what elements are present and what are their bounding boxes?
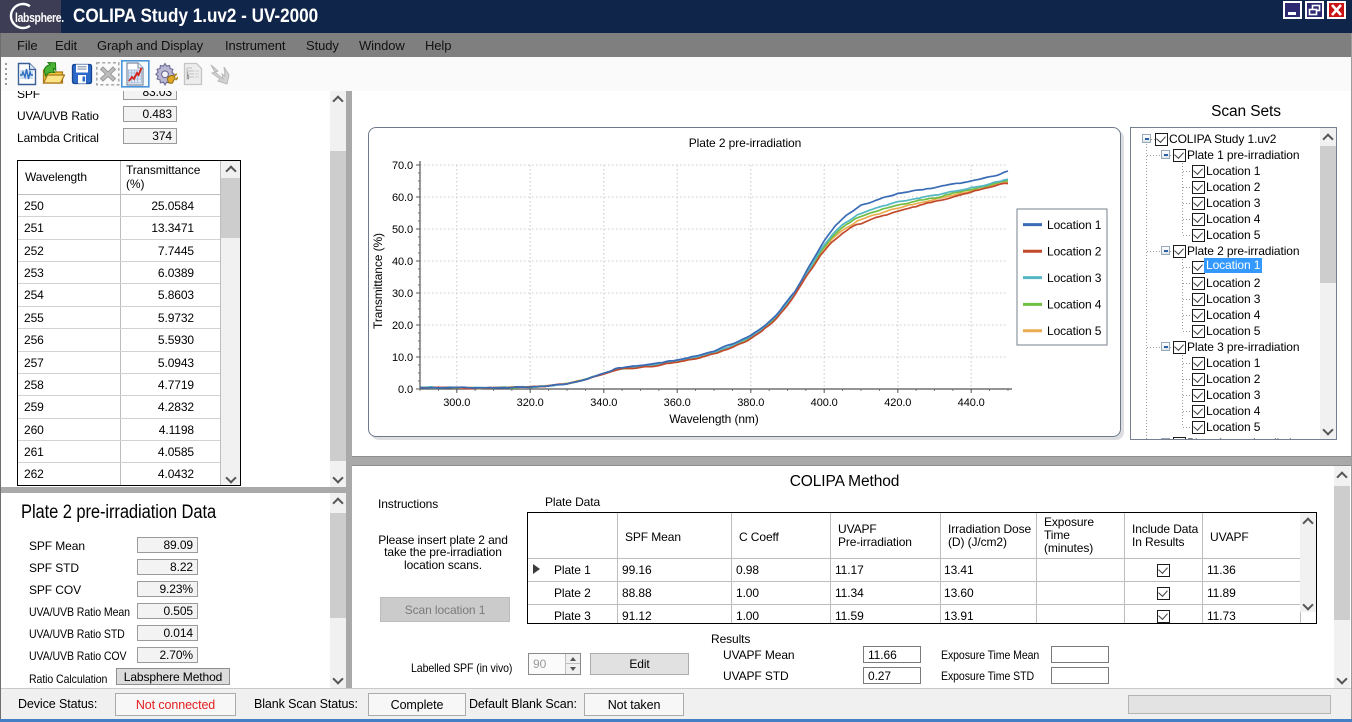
svg-text:380.0: 380.0 [737, 397, 764, 409]
svg-text:30.0: 30.0 [392, 288, 413, 300]
svg-text:Transmittance (%): Transmittance (%) [371, 233, 385, 329]
svg-text:320.0: 320.0 [517, 397, 544, 409]
svg-text:10.0: 10.0 [392, 352, 413, 364]
svg-text:Location 3: Location 3 [1047, 271, 1102, 285]
svg-text:0.0: 0.0 [398, 384, 413, 396]
svg-text:Location 1: Location 1 [1047, 218, 1102, 232]
svg-text:20.0: 20.0 [392, 320, 413, 332]
svg-text:Location 4: Location 4 [1047, 298, 1102, 312]
svg-text:Location 5: Location 5 [1047, 324, 1102, 338]
svg-text:360.0: 360.0 [664, 397, 691, 409]
svg-text:60.0: 60.0 [392, 192, 413, 204]
svg-text:Location 2: Location 2 [1047, 244, 1102, 258]
svg-text:Plate 2 pre-irradiation: Plate 2 pre-irradiation [689, 136, 801, 150]
svg-text:40.0: 40.0 [392, 256, 413, 268]
svg-text:400.0: 400.0 [811, 397, 838, 409]
svg-text:300.0: 300.0 [443, 397, 470, 409]
svg-text:Wavelength (nm): Wavelength (nm) [669, 412, 759, 426]
svg-text:420.0: 420.0 [884, 397, 911, 409]
svg-text:440.0: 440.0 [958, 397, 985, 409]
svg-text:340.0: 340.0 [590, 397, 617, 409]
svg-text:50.0: 50.0 [392, 224, 413, 236]
svg-text:70.0: 70.0 [392, 160, 413, 172]
